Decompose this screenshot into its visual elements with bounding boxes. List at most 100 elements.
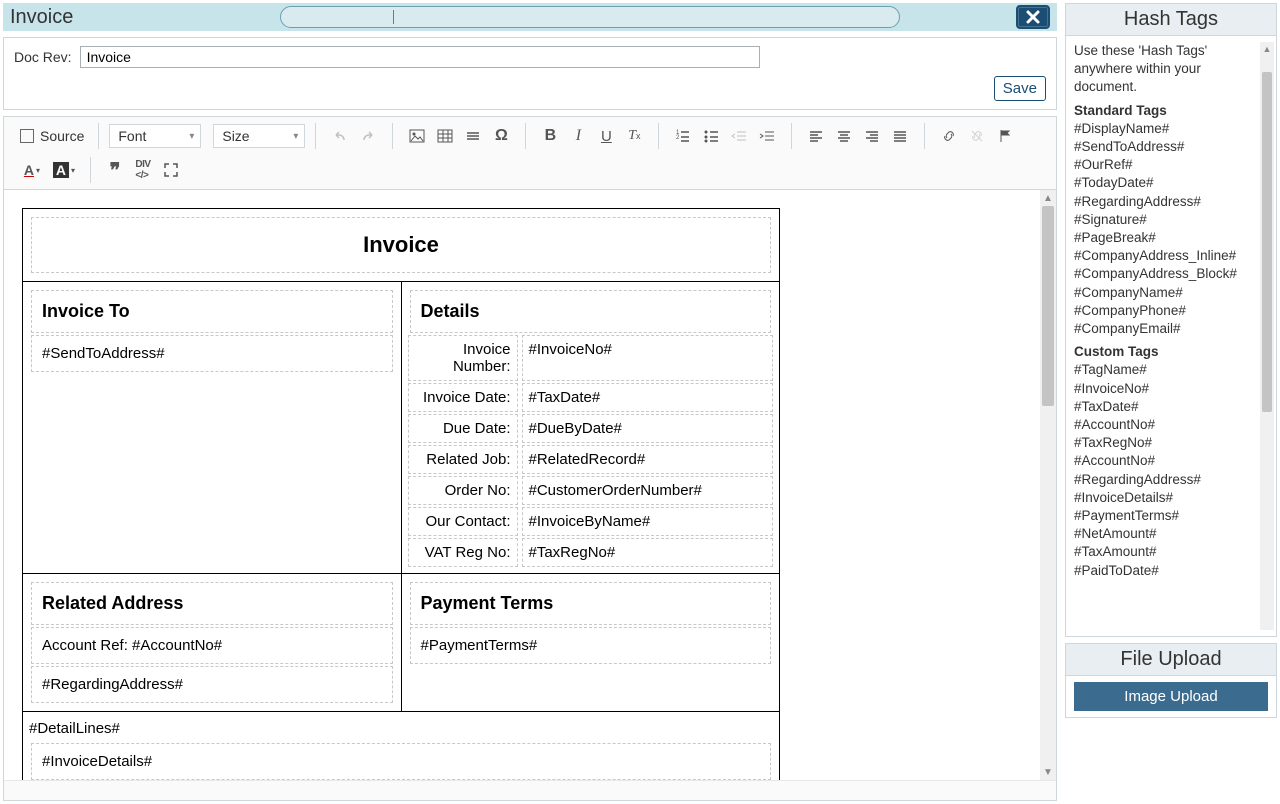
hashtag-item[interactable]: #TaxAmount#	[1074, 543, 1254, 561]
standard-tags-heading: Standard Tags	[1074, 103, 1254, 118]
details-row: Our Contact:#InvoiceByName#	[408, 507, 774, 536]
details-row: VAT Reg No:#TaxRegNo#	[408, 538, 774, 567]
invoice-layout-table: Invoice Invoice To #SendToAddress# Detai…	[22, 208, 780, 780]
close-button[interactable]	[1016, 5, 1050, 29]
hashtag-item[interactable]: #NetAmount#	[1074, 525, 1254, 543]
close-icon	[1025, 9, 1041, 25]
details-row: Invoice Date:#TaxDate#	[408, 383, 774, 412]
details-label: VAT Reg No:	[408, 538, 518, 567]
hashtag-item[interactable]: #PaymentTerms#	[1074, 507, 1254, 525]
hashtags-panel: Hash Tags Use these 'Hash Tags' anywhere…	[1065, 3, 1277, 637]
hashtag-item[interactable]: #SendToAddress#	[1074, 138, 1254, 156]
maximize-button[interactable]	[157, 157, 185, 183]
editor-statusbar	[4, 780, 1056, 800]
bullet-list-button[interactable]	[697, 123, 725, 149]
page-title: Invoice	[10, 6, 270, 29]
editor-canvas[interactable]: Invoice Invoice To #SendToAddress# Detai…	[4, 190, 1040, 780]
fileupload-panel: File Upload Image Upload	[1065, 643, 1277, 718]
hashtag-item[interactable]: #PaidToDate#	[1074, 562, 1254, 580]
hashtag-item[interactable]: #RegardingAddress#	[1074, 471, 1254, 489]
hashtag-item[interactable]: #CompanyEmail#	[1074, 320, 1254, 338]
textcolor-button[interactable]: A▾	[16, 157, 48, 183]
source-icon	[20, 129, 34, 143]
hashtags-scrollbar[interactable]: ▲	[1260, 42, 1274, 630]
italic-button[interactable]: I	[564, 123, 592, 149]
hashtag-item[interactable]: #CompanyAddress_Block#	[1074, 265, 1254, 283]
docrev-input[interactable]	[80, 46, 760, 68]
hashtag-item[interactable]: #PageBreak#	[1074, 229, 1254, 247]
unlink-button[interactable]	[963, 123, 991, 149]
related-address-heading: Related Address	[40, 589, 384, 618]
details-value: #RelatedRecord#	[522, 445, 774, 474]
bold-button[interactable]: B	[536, 123, 564, 149]
image-upload-button[interactable]: Image Upload	[1074, 682, 1268, 711]
source-toggle[interactable]: Source	[16, 128, 88, 144]
hashtag-item[interactable]: #OurRef#	[1074, 156, 1254, 174]
align-left-icon	[808, 128, 824, 144]
indent-button[interactable]	[753, 123, 781, 149]
hashtag-item[interactable]: #TodayDate#	[1074, 174, 1254, 192]
bullet-list-icon	[703, 128, 719, 144]
numbered-list-button[interactable]: 12	[669, 123, 697, 149]
hashtag-item[interactable]: #InvoiceDetails#	[1074, 489, 1254, 507]
related-address-line2: #RegardingAddress#	[40, 673, 384, 696]
hashtags-panel-title: Hash Tags	[1066, 4, 1276, 36]
align-left-button[interactable]	[802, 123, 830, 149]
payment-terms-heading: Payment Terms	[419, 589, 763, 618]
outdent-icon	[731, 128, 747, 144]
hr-icon	[465, 128, 481, 144]
title-bar: Invoice	[3, 3, 1057, 31]
hashtag-item[interactable]: #CompanyPhone#	[1074, 302, 1254, 320]
rich-text-editor: Source Font Size Ω B	[3, 116, 1057, 801]
hashtag-item[interactable]: #RegardingAddress#	[1074, 193, 1254, 211]
hashtag-item[interactable]: #TagName#	[1074, 361, 1254, 379]
details-value: #InvoiceNo#	[522, 335, 774, 381]
align-right-button[interactable]	[858, 123, 886, 149]
hashtag-item[interactable]: #TaxDate#	[1074, 398, 1254, 416]
outdent-button[interactable]	[725, 123, 753, 149]
details-label: Our Contact:	[408, 507, 518, 536]
details-value: #CustomerOrderNumber#	[522, 476, 774, 505]
hashtag-item[interactable]: #CompanyAddress_Inline#	[1074, 247, 1254, 265]
hashtag-item[interactable]: #TaxRegNo#	[1074, 434, 1254, 452]
align-center-button[interactable]	[830, 123, 858, 149]
fileupload-panel-title: File Upload	[1066, 644, 1276, 676]
unlink-icon	[969, 128, 985, 144]
clearformat-button[interactable]: Tx	[620, 123, 648, 149]
docrev-bar: Doc Rev: Save	[3, 37, 1057, 110]
underline-button[interactable]: U	[592, 123, 620, 149]
save-button[interactable]: Save	[994, 76, 1046, 101]
details-value: #DueByDate#	[522, 414, 774, 443]
bgcolor-button[interactable]: A▾	[48, 157, 80, 183]
table-button[interactable]	[431, 123, 459, 149]
hashtag-item[interactable]: #InvoiceNo#	[1074, 380, 1254, 398]
doc-title: Invoice	[40, 224, 762, 266]
specialchar-button[interactable]: Ω	[487, 123, 515, 149]
hashtag-item[interactable]: #AccountNo#	[1074, 452, 1254, 470]
search-input-pill[interactable]	[280, 6, 900, 28]
hashtag-item[interactable]: #BalanceDue#	[1074, 580, 1254, 582]
div-button[interactable]: DIV</>	[129, 157, 157, 183]
details-label: Due Date:	[408, 414, 518, 443]
size-select[interactable]: Size	[213, 124, 305, 148]
align-justify-button[interactable]	[886, 123, 914, 149]
hashtag-item[interactable]: #AccountNo#	[1074, 416, 1254, 434]
details-rows: Invoice Number:#InvoiceNo#Invoice Date:#…	[408, 335, 774, 567]
details-row: Related Job:#RelatedRecord#	[408, 445, 774, 474]
image-button[interactable]	[403, 123, 431, 149]
details-label: Related Job:	[408, 445, 518, 474]
font-select[interactable]: Font	[109, 124, 201, 148]
hashtag-item[interactable]: #CompanyName#	[1074, 284, 1254, 302]
invoice-to-heading: Invoice To	[40, 297, 384, 326]
hr-button[interactable]	[459, 123, 487, 149]
link-button[interactable]	[935, 123, 963, 149]
editor-scrollbar[interactable]: ▲ ▼	[1040, 190, 1056, 780]
hashtag-item[interactable]: #Signature#	[1074, 211, 1254, 229]
quote-button[interactable]: ❞	[101, 157, 129, 183]
undo-button[interactable]	[326, 123, 354, 149]
anchor-button[interactable]	[991, 123, 1019, 149]
align-right-icon	[864, 128, 880, 144]
invoice-to-value: #SendToAddress#	[40, 342, 384, 365]
redo-button[interactable]	[354, 123, 382, 149]
hashtag-item[interactable]: #DisplayName#	[1074, 120, 1254, 138]
